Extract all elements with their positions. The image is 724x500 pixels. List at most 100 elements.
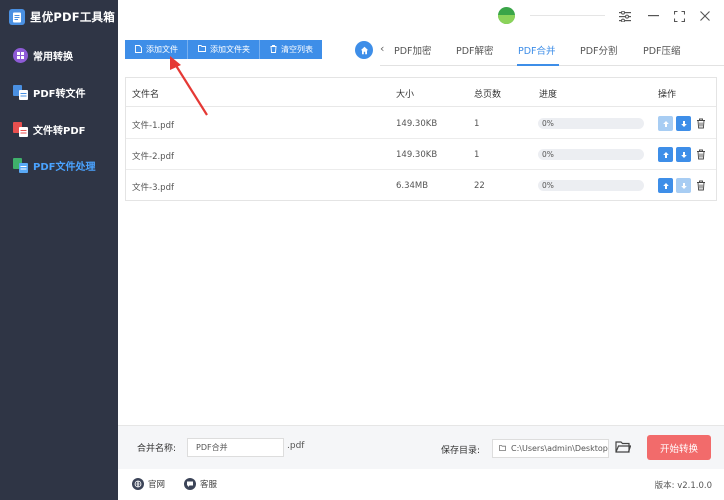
sidebar-item-pdf-to-file[interactable]: PDF转文件 bbox=[0, 77, 118, 107]
add-file-button[interactable]: 添加文件 bbox=[125, 40, 188, 59]
file-name: 文件-3.pdf bbox=[132, 183, 174, 193]
trash-icon bbox=[270, 44, 277, 55]
minimize-icon[interactable] bbox=[643, 6, 663, 26]
folder-small-icon bbox=[499, 444, 506, 453]
arrow-up-icon bbox=[662, 151, 669, 158]
arrow-down-icon bbox=[680, 182, 687, 189]
save-dir-value: C:\Users\admin\Desktop bbox=[511, 444, 608, 453]
progress-text: 0% bbox=[542, 119, 554, 128]
progress-text: 0% bbox=[542, 150, 554, 159]
column-header-actions: 操作 bbox=[658, 90, 677, 100]
move-up-button[interactable] bbox=[658, 178, 673, 193]
merge-name-label: 合并名称: bbox=[137, 444, 177, 454]
footer: 官网 客服 版本: v2.1.0.0 bbox=[118, 469, 724, 500]
merge-name-input[interactable]: PDF合并 bbox=[187, 438, 284, 457]
column-header-size: 大小 bbox=[396, 90, 415, 100]
column-header-progress: 进度 bbox=[539, 90, 558, 100]
folder-icon bbox=[198, 45, 206, 54]
delete-button[interactable] bbox=[693, 178, 708, 193]
sidebar-item-file-to-pdf[interactable]: 文件转PDF bbox=[0, 114, 118, 144]
table-row[interactable]: 文件-1.pdf 149.30KB 1 0% bbox=[126, 108, 716, 139]
arrow-up-icon bbox=[662, 182, 669, 189]
close-icon[interactable] bbox=[695, 6, 715, 26]
file-pages: 1 bbox=[474, 119, 480, 129]
file-size: 149.30KB bbox=[396, 119, 438, 129]
function-tabs: ‹ PDF加密 PDF解密 PDF合并 PDF分割 PDF压缩 bbox=[380, 36, 724, 66]
home-icon bbox=[360, 46, 368, 54]
app-logo: 星优PDF工具箱 bbox=[9, 7, 115, 27]
chevron-left-icon[interactable]: ‹ bbox=[380, 42, 384, 55]
pdf-to-file-icon bbox=[12, 84, 29, 101]
active-tab-indicator bbox=[517, 64, 559, 66]
file-name: 文件-1.pdf bbox=[132, 121, 174, 131]
website-label: 官网 bbox=[148, 480, 166, 490]
table-row[interactable]: 文件-3.pdf 6.34MB 22 0% bbox=[126, 170, 716, 201]
move-up-button[interactable] bbox=[658, 116, 673, 131]
common-convert-icon bbox=[12, 47, 29, 64]
file-toolbar: 添加文件 添加文件夹 清空列表 bbox=[125, 40, 322, 59]
progress-bar: 0% bbox=[538, 180, 644, 191]
table-header: 文件名 大小 总页数 进度 操作 bbox=[126, 78, 716, 107]
tab-pdf-decrypt[interactable]: PDF解密 bbox=[456, 43, 494, 57]
version-label: 版本: v2.1.0.0 bbox=[654, 481, 712, 491]
add-folder-button[interactable]: 添加文件夹 bbox=[188, 40, 260, 59]
file-name: 文件-2.pdf bbox=[132, 152, 174, 162]
arrow-down-icon bbox=[680, 120, 687, 127]
sidebar-item-pdf-process[interactable]: PDF文件处理 bbox=[0, 150, 118, 180]
trash-icon bbox=[696, 180, 705, 191]
website-link[interactable]: 官网 bbox=[132, 478, 165, 490]
file-size: 6.34MB bbox=[396, 181, 429, 191]
add-folder-label: 添加文件夹 bbox=[210, 45, 250, 54]
add-file-label: 添加文件 bbox=[146, 45, 178, 54]
arrow-up-icon bbox=[662, 120, 669, 127]
bottom-settings-bar: 合并名称: PDF合并 .pdf 保存目录: C:\Users\admin\De… bbox=[118, 425, 724, 469]
user-name-placeholder bbox=[530, 15, 605, 16]
clear-list-button[interactable]: 清空列表 bbox=[260, 40, 322, 59]
file-icon bbox=[135, 44, 142, 55]
file-pages: 22 bbox=[474, 181, 485, 191]
column-header-pages: 总页数 bbox=[474, 90, 502, 100]
move-down-button[interactable] bbox=[676, 147, 691, 162]
tab-pdf-split[interactable]: PDF分割 bbox=[580, 43, 618, 57]
sidebar-item-common-convert[interactable]: 常用转换 bbox=[0, 40, 118, 70]
support-label: 客服 bbox=[200, 480, 218, 490]
trash-icon bbox=[696, 118, 705, 129]
merge-name-value: PDF合并 bbox=[196, 443, 228, 452]
column-header-name: 文件名 bbox=[132, 90, 160, 100]
table-row[interactable]: 文件-2.pdf 149.30KB 1 0% bbox=[126, 139, 716, 170]
progress-text: 0% bbox=[542, 181, 554, 190]
globe-icon bbox=[132, 478, 144, 490]
tab-pdf-encrypt[interactable]: PDF加密 bbox=[394, 43, 432, 57]
tab-pdf-merge[interactable]: PDF合并 bbox=[518, 43, 556, 57]
sidebar-item-label: PDF文件处理 bbox=[33, 161, 96, 173]
chat-icon bbox=[184, 478, 196, 490]
maximize-icon[interactable] bbox=[669, 6, 689, 26]
support-link[interactable]: 客服 bbox=[184, 478, 217, 490]
app-logo-icon bbox=[9, 9, 25, 25]
file-table: 文件名 大小 总页数 进度 操作 文件-1.pdf 149.30KB 1 0% … bbox=[125, 77, 717, 201]
file-pages: 1 bbox=[474, 150, 480, 160]
avatar[interactable] bbox=[498, 7, 515, 24]
arrow-down-icon bbox=[680, 151, 687, 158]
tab-pdf-compress[interactable]: PDF压缩 bbox=[643, 43, 681, 57]
extension-label: .pdf bbox=[287, 441, 305, 451]
pdf-process-icon bbox=[12, 157, 29, 174]
browse-folder-icon[interactable] bbox=[615, 440, 633, 456]
progress-bar: 0% bbox=[538, 118, 644, 129]
sidebar-item-label: 文件转PDF bbox=[33, 125, 86, 137]
delete-button[interactable] bbox=[693, 147, 708, 162]
move-down-button[interactable] bbox=[676, 116, 691, 131]
save-dir-input[interactable]: C:\Users\admin\Desktop bbox=[492, 439, 609, 458]
trash-icon bbox=[696, 149, 705, 160]
clear-list-label: 清空列表 bbox=[281, 45, 313, 54]
home-button[interactable] bbox=[355, 41, 373, 59]
app-title: 星优PDF工具箱 bbox=[30, 10, 115, 24]
delete-button[interactable] bbox=[693, 116, 708, 131]
move-down-button[interactable] bbox=[676, 178, 691, 193]
sidebar-item-label: PDF转文件 bbox=[33, 88, 86, 100]
move-up-button[interactable] bbox=[658, 147, 673, 162]
sidebar: 星优PDF工具箱 常用转换 PDF转文件 文件转PDF PDF文件处理 bbox=[0, 0, 118, 500]
start-convert-button[interactable]: 开始转换 bbox=[647, 435, 711, 460]
save-dir-label: 保存目录: bbox=[441, 446, 481, 456]
settings-menu-icon[interactable] bbox=[615, 6, 635, 26]
